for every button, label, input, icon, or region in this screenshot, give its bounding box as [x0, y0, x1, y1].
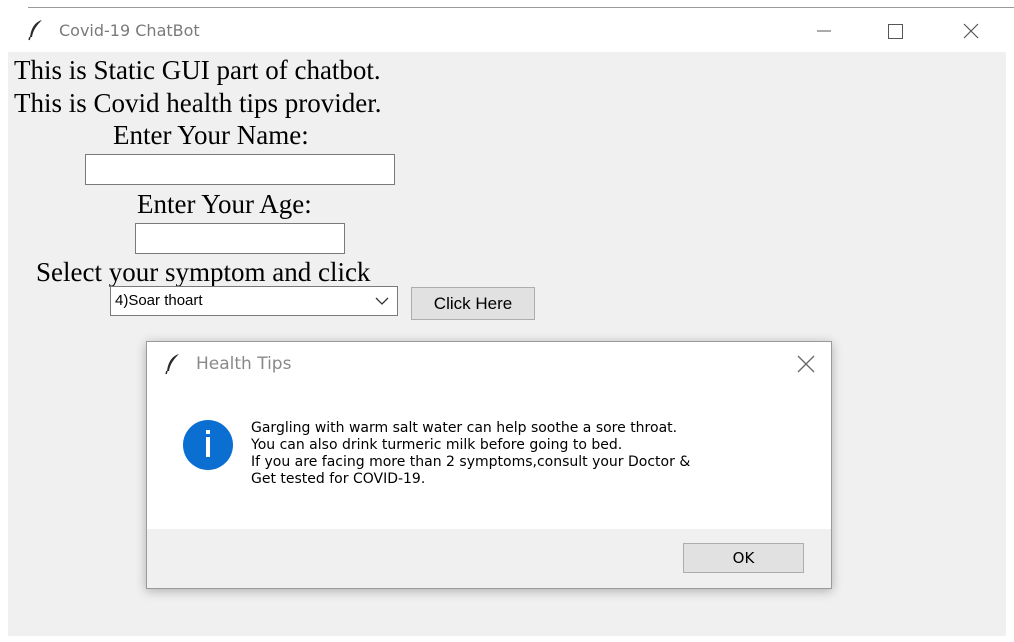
click-here-button[interactable]: Click Here: [411, 287, 535, 320]
dialog-body: Gargling with warm salt water can help s…: [147, 386, 831, 529]
maximize-icon: [888, 24, 903, 39]
age-label: Enter Your Age:: [137, 189, 312, 219]
close-button[interactable]: [948, 14, 994, 48]
name-input[interactable]: [85, 154, 395, 185]
intro-text-2: This is Covid health tips provider.: [14, 88, 382, 118]
title-bar: Covid-19 ChatBot: [8, 10, 1006, 52]
close-icon: [963, 23, 979, 39]
symptom-dropdown[interactable]: 4)Soar thoart: [110, 286, 398, 316]
health-tips-dialog: Health Tips Gargling with warm salt wate…: [146, 341, 832, 589]
maximize-button[interactable]: [872, 14, 918, 48]
close-icon[interactable]: [793, 351, 819, 377]
message-line: Gargling with warm salt water can help s…: [251, 420, 678, 436]
selected-symptom: 4)Soar thoart: [115, 292, 203, 309]
minimize-button[interactable]: [800, 14, 846, 48]
feather-icon: [28, 20, 42, 41]
feather-icon: [165, 354, 179, 375]
intro-text-1: This is Static GUI part of chatbot.: [14, 55, 381, 85]
symptom-label: Select your symptom and click: [36, 257, 371, 287]
ok-button[interactable]: OK: [683, 543, 804, 573]
background-window-edge: [0, 0, 1014, 8]
message-line: Get tested for COVID-19.: [251, 471, 426, 487]
age-input[interactable]: [135, 223, 345, 254]
name-label: Enter Your Name:: [113, 120, 309, 150]
message-line: If you are facing more than 2 symptoms,c…: [251, 454, 691, 470]
dialog-title: Health Tips: [196, 354, 292, 374]
dialog-title-bar: Health Tips: [147, 342, 831, 386]
chevron-down-icon: [375, 297, 389, 305]
info-icon: [183, 420, 233, 470]
message-line: You can also drink turmeric milk before …: [251, 437, 623, 453]
window-title: Covid-19 ChatBot: [59, 21, 200, 40]
dialog-message: Gargling with warm salt water can help s…: [251, 420, 690, 488]
minimize-icon: [817, 30, 831, 32]
